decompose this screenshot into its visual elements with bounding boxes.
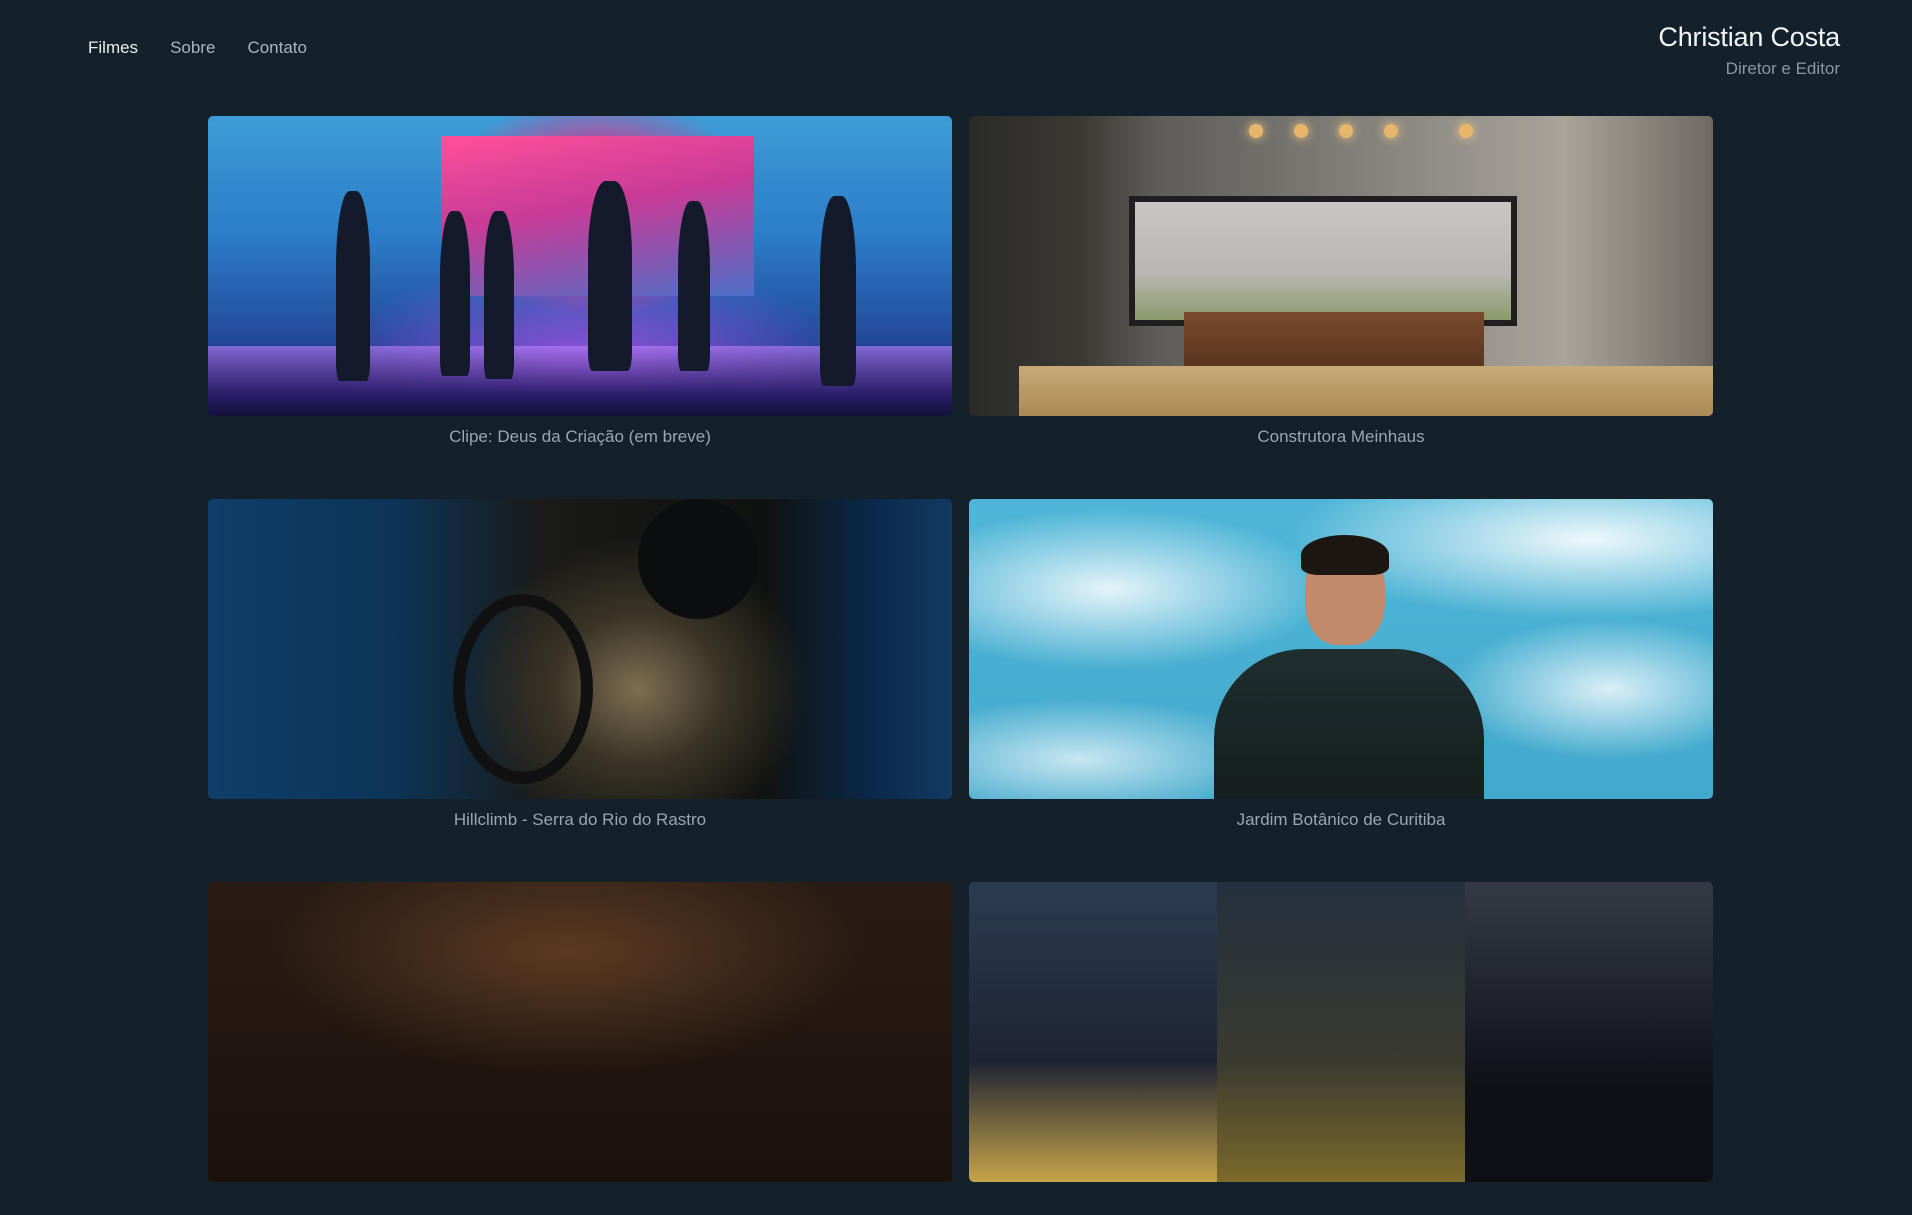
pendant-light — [1294, 124, 1308, 138]
film-caption: Jardim Botânico de Curitiba — [1236, 810, 1446, 829]
kitchen-window — [1129, 196, 1517, 326]
pendant-light — [1249, 124, 1263, 138]
pendant-light — [1339, 124, 1353, 138]
film-card[interactable]: Jardim Botânico de Curitiba — [969, 499, 1713, 832]
performer — [820, 196, 856, 386]
thumbnail-panel — [969, 882, 1217, 1182]
kitchen-island — [1184, 312, 1484, 368]
film-caption: Hillclimb - Serra do Rio do Rastro — [453, 810, 707, 829]
site-header: Filmes Sobre Contato Christian Costa Dir… — [0, 0, 1912, 96]
nav-contato[interactable]: Contato — [247, 38, 307, 58]
film-caption — [969, 1193, 1713, 1215]
kitchen-counter — [1019, 366, 1713, 416]
thumbnail-panel — [1217, 882, 1465, 1182]
film-card[interactable] — [969, 882, 1713, 1215]
person-hair — [1301, 535, 1389, 575]
film-caption — [208, 1193, 952, 1215]
film-thumbnail[interactable] — [969, 882, 1713, 1182]
performer — [336, 191, 370, 381]
pendant-light — [1384, 124, 1398, 138]
film-caption: Clipe: Deus da Criação (em breve) — [449, 427, 711, 446]
driver-helmet — [638, 499, 758, 619]
site-subtitle: Diretor e Editor — [1725, 59, 1840, 78]
film-thumbnail[interactable] — [969, 499, 1713, 799]
film-thumbnail[interactable] — [969, 116, 1713, 416]
film-thumbnail[interactable] — [208, 882, 952, 1182]
thumbnail-panel — [1465, 882, 1713, 1182]
film-thumbnail[interactable] — [208, 499, 952, 799]
film-thumbnail[interactable] — [208, 116, 952, 416]
site-title[interactable]: Christian Costa — [1658, 22, 1840, 53]
performer — [440, 211, 470, 376]
film-card[interactable]: Construtora Meinhaus — [969, 116, 1713, 449]
film-card[interactable]: Hillclimb - Serra do Rio do Rastro — [208, 499, 952, 832]
main-nav: Filmes Sobre Contato — [88, 38, 307, 58]
films-grid: Clipe: Deus da Criação (em breve) Constr… — [208, 116, 1713, 1215]
pendant-light — [1459, 124, 1473, 138]
performer — [484, 211, 514, 379]
steering-wheel — [453, 594, 593, 784]
performer — [588, 181, 632, 371]
film-card[interactable]: Clipe: Deus da Criação (em breve) — [208, 116, 952, 449]
film-card[interactable] — [208, 882, 952, 1215]
person-jacket — [1214, 649, 1484, 799]
performer — [678, 201, 710, 371]
brand: Christian Costa Diretor e Editor — [1658, 22, 1840, 79]
nav-sobre[interactable]: Sobre — [170, 38, 215, 58]
nav-filmes[interactable]: Filmes — [88, 38, 138, 58]
film-caption: Construtora Meinhaus — [1257, 427, 1425, 446]
